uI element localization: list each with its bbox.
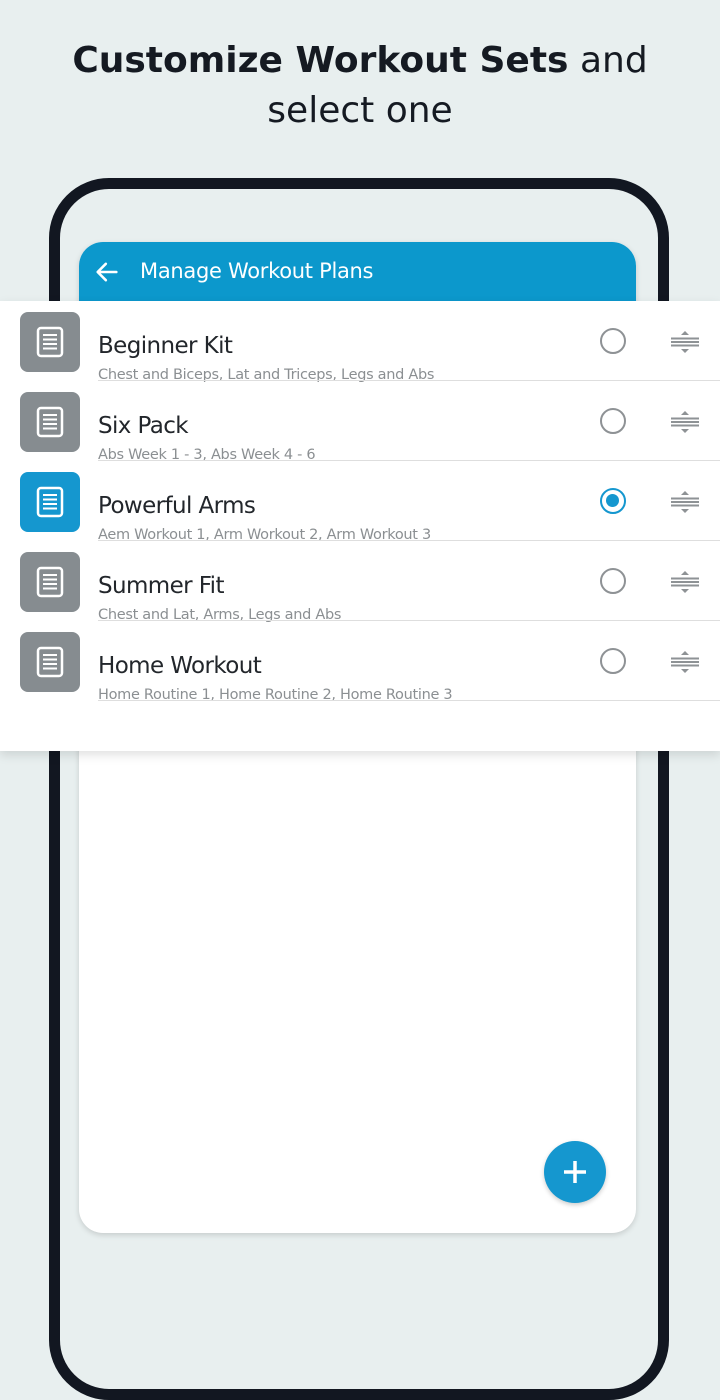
page-title: Manage Workout Plans — [140, 259, 374, 283]
plan-list-item[interactable]: Beginner Kit Chest and Biceps, Lat and T… — [0, 301, 720, 383]
arrow-left-icon[interactable] — [93, 258, 121, 286]
plan-title: Powerful Arms — [98, 493, 256, 519]
add-plan-button[interactable] — [544, 1141, 606, 1203]
plus-icon — [564, 1161, 586, 1183]
drag-handle-icon[interactable] — [670, 411, 700, 433]
plan-title: Six Pack — [98, 413, 189, 439]
row-divider — [98, 700, 720, 701]
plan-subtitle: Home Routine 1, Home Routine 2, Home Rou… — [98, 687, 453, 703]
headline-line-2: select one — [267, 90, 453, 131]
drag-handle-icon[interactable] — [670, 571, 700, 593]
plan-select-radio[interactable] — [600, 488, 626, 514]
plan-select-radio[interactable] — [600, 648, 626, 674]
drag-handle-icon[interactable] — [670, 491, 700, 513]
drag-handle-icon[interactable] — [670, 651, 700, 673]
plan-thumbnail — [20, 392, 80, 452]
plan-select-radio[interactable] — [600, 568, 626, 594]
plan-list-item[interactable]: Powerful Arms Aem Workout 1, Arm Workout… — [0, 461, 720, 543]
plan-thumbnail — [20, 632, 80, 692]
plan-select-radio[interactable] — [600, 328, 626, 354]
plan-list-item[interactable]: Summer Fit Chest and Lat, Arms, Legs and… — [0, 541, 720, 623]
plan-list-item[interactable]: Six Pack Abs Week 1 - 3, Abs Week 4 - 6 — [0, 381, 720, 463]
document-list-icon — [36, 646, 64, 678]
plan-list-item[interactable]: Home Workout Home Routine 1, Home Routin… — [0, 621, 720, 703]
drag-handle-icon[interactable] — [670, 331, 700, 353]
document-list-icon — [36, 326, 64, 358]
plan-select-radio[interactable] — [600, 408, 626, 434]
document-list-icon — [36, 486, 64, 518]
plan-thumbnail — [20, 312, 80, 372]
document-list-icon — [36, 566, 64, 598]
plan-title: Home Workout — [98, 653, 262, 679]
headline-line-1: Customize Workout Sets and — [0, 36, 720, 86]
promo-headline: Customize Workout Sets and select one — [0, 36, 720, 136]
app-bar: Manage Workout Plans — [79, 242, 636, 302]
headline-light: and — [579, 40, 648, 81]
plan-thumbnail — [20, 552, 80, 612]
document-list-icon — [36, 406, 64, 438]
workout-plan-list: Beginner Kit Chest and Biceps, Lat and T… — [0, 301, 720, 751]
headline-bold: Customize Workout Sets — [72, 40, 569, 81]
plan-title: Summer Fit — [98, 573, 224, 599]
plan-thumbnail — [20, 472, 80, 532]
plan-title: Beginner Kit — [98, 333, 233, 359]
